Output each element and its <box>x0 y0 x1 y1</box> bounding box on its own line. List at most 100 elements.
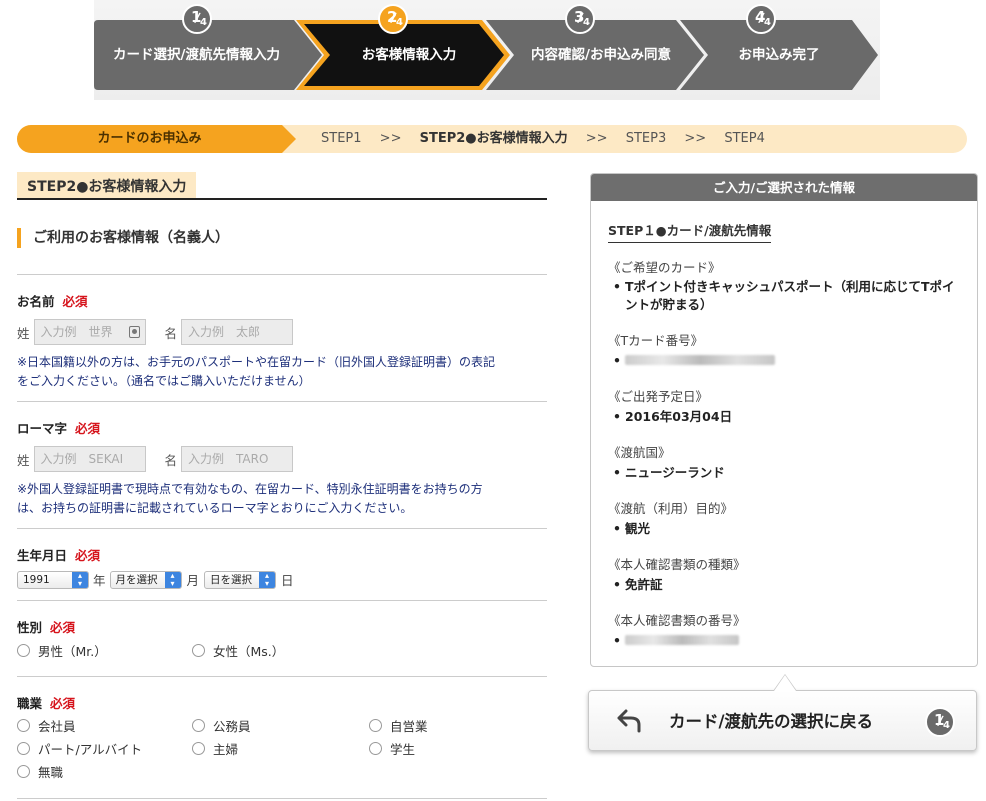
occupation-radio-homemaker[interactable]: 主婦 <box>192 739 238 758</box>
summary-question: 《本人確認書類の番号》 <box>608 613 746 628</box>
summary-answer-text: 2016年03月04日 <box>625 409 733 424</box>
redacted-value <box>625 632 960 650</box>
birthdate-required-badge: 必須 <box>75 548 101 563</box>
birthdate-label-wrap: 生年月日 必須 <box>17 545 547 564</box>
occupation-label: 職業 <box>17 696 43 711</box>
occupation-radio-company-employee[interactable]: 会社員 <box>17 716 76 735</box>
summary-question: 《Tカード番号》 <box>608 333 704 348</box>
occupation-option-label: 無職 <box>38 765 64 780</box>
romaji-required-badge: 必須 <box>75 421 101 436</box>
back-button-step-badge: 1 / 4 <box>925 707 955 737</box>
occupation-radio-part-time[interactable]: パート/アルバイト <box>17 739 142 758</box>
occupation-option-label: 学生 <box>390 742 416 757</box>
breadcrumb-step4: STEP4 <box>724 131 765 146</box>
step-3-total: 4 <box>583 17 590 28</box>
summary-answer-text: 観光 <box>625 521 651 536</box>
gender-label: 性別 <box>17 620 43 635</box>
summary-step-title: STEP１●カード/渡航先情報 <box>608 220 772 243</box>
occupation-option-label: 会社員 <box>38 719 76 734</box>
bullet: • <box>613 279 621 294</box>
selection-summary-panel: ご入力/ご選択された情報 STEP１●カード/渡航先情報 《ご希望のカード》 •… <box>590 173 978 667</box>
romaji-first-input[interactable]: 入力例 TARO <box>181 446 294 472</box>
occupation-option-label: 主婦 <box>213 742 239 757</box>
summary-answer-text: Tポイント付きキャッシュパスポート（利用に応じてTポイントが貯まる） <box>625 279 955 312</box>
step-1-total: 4 <box>200 17 207 28</box>
summary-question: 《渡航国》 <box>608 445 671 460</box>
step-1-badge: 1 / 4 <box>182 4 212 34</box>
summary-answer-text: ニュージーランド <box>625 465 725 480</box>
radio-circle-icon <box>17 719 30 732</box>
bullet: • <box>613 353 621 368</box>
radio-circle-icon <box>17 644 30 657</box>
callout-pointer <box>773 674 797 691</box>
birthdate-row: 生年月日 必須 1991 ▴ ▾ 年 月を選択 ▴ ▾ 月 日を選択 ▴ ▾ 日 <box>17 528 547 600</box>
occupation-radio-student[interactable]: 学生 <box>369 739 415 758</box>
occupation-label-wrap: 職業 必須 <box>17 693 547 712</box>
step-4-total: 4 <box>764 17 771 28</box>
summary-question: 《渡航（利用）目的》 <box>608 501 734 516</box>
birth-year-select[interactable]: 1991 ▴ ▾ <box>17 570 89 589</box>
step-2-total: 4 <box>396 17 403 28</box>
last-name-placeholder: 入力例 世界 <box>40 325 113 339</box>
occupation-option-label: 自営業 <box>390 719 428 734</box>
radio-circle-icon <box>192 644 205 657</box>
birth-day-select[interactable]: 日を選択 ▴ ▾ <box>204 570 277 589</box>
progress-steps: カード選択/渡航先情報入力 1 / 4 お客様情報入力 2 / 4 内容確認/お… <box>94 0 880 100</box>
name-note: ※日本国籍以外の方は、お手元のパスポートや在留カード（旧外国人登録証明書）の表記… <box>17 353 547 391</box>
back-badge-total: 4 <box>943 720 950 731</box>
breadcrumb-sep-1: >> <box>379 131 402 146</box>
name-note-line-1: ※日本国籍以外の方は、お手元のパスポートや在留カード（旧外国人登録証明書）の表記 <box>17 355 496 369</box>
progress-step-1: カード選択/渡航先情報入力 <box>94 20 324 90</box>
birth-month-chevron-icon: ▴ ▾ <box>164 571 181 588</box>
section-title: STEP2●お客様情報入力 <box>17 172 197 198</box>
occupation-radio-self-employed[interactable]: 自営業 <box>369 716 428 735</box>
step-4-badge: 4 / 4 <box>746 4 776 34</box>
gender-required-badge: 必須 <box>50 620 76 635</box>
romaji-first-placeholder: 入力例 TARO <box>188 452 269 466</box>
name-note-line-2: をご入力ください。（通名ではご購入いただけません） <box>17 374 311 388</box>
birthdate-selects: 1991 ▴ ▾ 年 月を選択 ▴ ▾ 月 日を選択 ▴ ▾ 日 <box>17 570 547 589</box>
name-required-badge: 必須 <box>62 294 88 309</box>
breadcrumb-step2: STEP2●お客様情報入力 <box>420 131 568 146</box>
occupation-radio-unemployed[interactable]: 無職 <box>17 762 63 781</box>
birth-month-unit: 月 <box>186 573 200 588</box>
return-arrow-icon <box>617 709 641 733</box>
birth-day-chevron-icon: ▴ ▾ <box>259 571 276 588</box>
birth-day-unit: 日 <box>281 573 294 588</box>
summary-question: 《本人確認書類の種類》 <box>608 557 746 572</box>
breadcrumb-step3: STEP3 <box>625 131 667 146</box>
romaji-last-input[interactable]: 入力例 SEKAI <box>33 446 146 472</box>
breadcrumb-sep-2: >> <box>585 131 608 146</box>
gender-female-radio[interactable]: 女性（Ms.） <box>192 641 284 660</box>
birth-day-value: 日を選択 <box>210 573 253 586</box>
birth-year-chevron-icon: ▴ ▾ <box>72 571 88 588</box>
back-button-label: カード/渡航先の選択に戻る <box>669 712 874 731</box>
redacted-value <box>625 352 960 370</box>
step-4-label: お申込み完了 <box>738 47 820 63</box>
step-2-badge: 2 / 4 <box>378 4 408 34</box>
gender-male-label: 男性（Mr.） <box>38 644 107 659</box>
occupation-radio-civil-servant[interactable]: 公務員 <box>192 716 251 735</box>
romaji-inputs: 姓 入力例 SEKAI 名 入力例 TARO <box>17 446 547 472</box>
radio-circle-icon <box>192 719 205 732</box>
section-divider <box>17 198 547 200</box>
step-3-label: 内容確認/お申込み同意 <box>531 47 671 63</box>
first-name-input[interactable]: 入力例 太郎 <box>181 319 294 345</box>
occupation-option-label: パート/アルバイト <box>38 742 143 757</box>
name-row: お名前 必須 姓 入力例 世界 名 入力例 太郎 ※日本国籍以外の方は、お手元のパ… <box>17 274 547 401</box>
summary-header: ご入力/ご選択された情報 <box>591 174 977 201</box>
bullet: • <box>613 465 621 480</box>
radio-circle-icon <box>369 742 382 755</box>
last-name-prefix: 姓 <box>17 325 30 341</box>
breadcrumb: カードのお申込み STEP1 >> STEP2●お客様情報入力 >> STEP3… <box>17 125 967 153</box>
back-to-card-selection-button[interactable]: カード/渡航先の選択に戻る 1 / 4 <box>588 674 977 751</box>
breadcrumb-tab: カードのお申込み <box>17 125 296 153</box>
birth-month-value: 月を選択 <box>115 573 158 586</box>
gender-male-radio[interactable]: 男性（Mr.） <box>17 641 107 660</box>
summary-question: 《ご出発予定日》 <box>608 389 709 404</box>
radio-circle-icon <box>369 719 382 732</box>
occupation-required-badge: 必須 <box>50 696 76 711</box>
radio-circle-icon <box>17 765 30 778</box>
birth-month-select[interactable]: 月を選択 ▴ ▾ <box>109 570 182 589</box>
last-name-input[interactable]: 入力例 世界 <box>33 319 146 345</box>
